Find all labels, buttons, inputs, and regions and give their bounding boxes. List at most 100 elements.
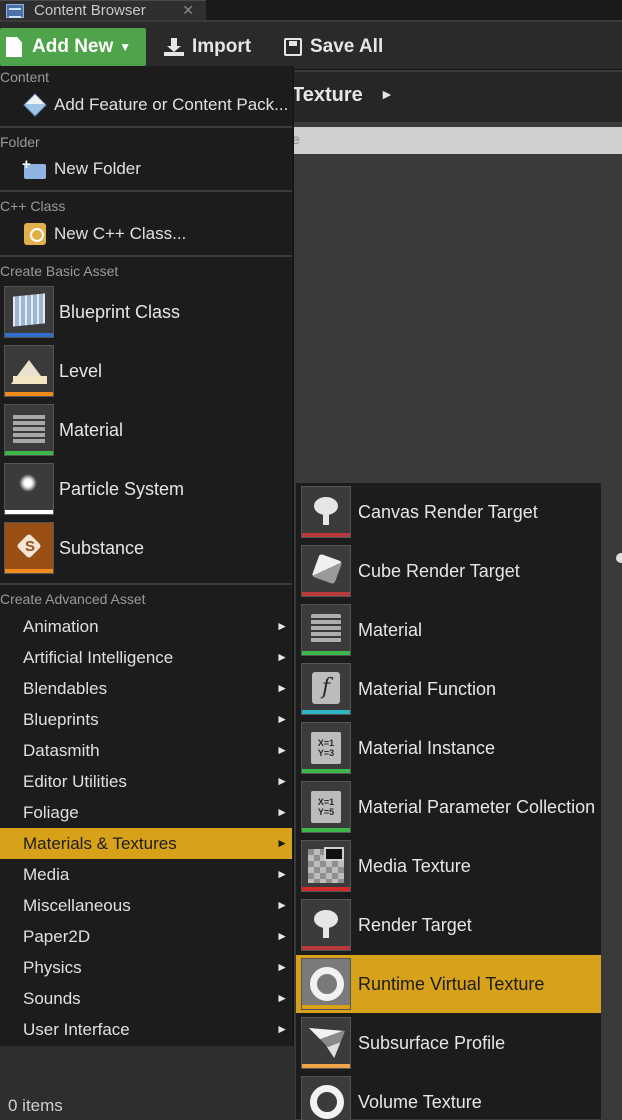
material-label: Material <box>358 619 423 640</box>
subsurface-profile-icon <box>301 1017 351 1069</box>
menu-item-new-folder[interactable]: New Folder <box>0 152 292 186</box>
material-instance-label: Material Instance <box>358 737 496 758</box>
search-input[interactable]: e <box>290 127 622 154</box>
section-create-advanced-asset: Create Advanced Asset <box>0 591 146 607</box>
animation-label: Animation <box>23 616 99 636</box>
materials-and-textures-label: Materials & Textures <box>23 833 177 853</box>
paper2d-label: Paper2D <box>23 926 91 946</box>
menu-item-artificial-intelligence[interactable]: Artificial Intelligence ► <box>0 642 292 673</box>
menu-item-editor-utilities[interactable]: Editor Utilities ► <box>0 766 292 797</box>
add-feature-label: Add Feature or Content Pack... <box>54 95 289 114</box>
menu-item-animation[interactable]: Animation ► <box>0 611 292 642</box>
miscellaneous-label: Miscellaneous <box>23 895 131 915</box>
volume-texture-label: Volume Texture <box>358 1091 482 1112</box>
blendables-label: Blendables <box>23 678 108 698</box>
render-target-icon <box>301 899 351 951</box>
submenu-item-cube-render-target[interactable]: Cube Render Target <box>296 542 601 600</box>
menu-item-substance[interactable]: S Substance <box>0 519 292 577</box>
sounds-label: Sounds <box>23 988 81 1008</box>
submenu-item-volume-texture[interactable]: Volume Texture <box>296 1073 601 1120</box>
add-new-menu: Content Add Feature or Content Pack... F… <box>0 66 294 1046</box>
level-icon <box>4 345 54 397</box>
material-function-label: Material Function <box>358 678 497 699</box>
import-icon <box>164 38 184 56</box>
chevron-right-icon: ► <box>276 929 288 943</box>
submenu-item-material-function[interactable]: f Material Function <box>296 660 601 718</box>
media-texture-icon <box>301 840 351 892</box>
media-texture-label: Media Texture <box>358 855 471 876</box>
material-parameter-collection-icon: X=1 Y=5 <box>301 781 351 833</box>
divider <box>0 190 292 192</box>
submenu-item-runtime-virtual-texture[interactable]: Runtime Virtual Texture <box>296 955 601 1013</box>
runtime-virtual-texture-icon <box>301 958 351 1010</box>
scroll-handle[interactable] <box>616 553 622 563</box>
submenu-item-material[interactable]: Material <box>296 601 601 659</box>
chevron-right-icon: ► <box>276 805 288 819</box>
substance-label: Substance <box>59 537 145 558</box>
add-new-label: Add New <box>32 36 114 57</box>
menu-item-physics[interactable]: Physics ► <box>0 952 292 983</box>
tab-content-browser[interactable]: Content Browser ✕ <box>0 0 206 20</box>
close-icon[interactable]: ✕ <box>182 2 194 19</box>
submenu-item-canvas-render-target[interactable]: Canvas Render Target <box>296 483 601 541</box>
volume-texture-icon <box>301 1076 351 1120</box>
save-all-button[interactable]: Save All <box>284 28 383 66</box>
path-arrow-icon[interactable]: ► <box>380 86 394 102</box>
chevron-down-icon: ▼ <box>119 40 132 54</box>
submenu-item-subsurface-profile[interactable]: Subsurface Profile <box>296 1014 601 1072</box>
items-count: 0 items <box>8 1096 63 1115</box>
physics-label: Physics <box>23 957 82 977</box>
canvas-render-target-icon <box>301 486 351 538</box>
section-create-basic-asset: Create Basic Asset <box>0 263 119 279</box>
submenu-item-media-texture[interactable]: Media Texture <box>296 837 601 895</box>
chevron-right-icon: ► <box>276 1022 288 1036</box>
menu-item-blueprints[interactable]: Blueprints ► <box>0 704 292 735</box>
menu-item-material[interactable]: Material <box>0 401 292 459</box>
chevron-right-icon: ► <box>276 619 288 633</box>
menu-item-miscellaneous[interactable]: Miscellaneous ► <box>0 890 292 921</box>
submenu-item-material-parameter-collection[interactable]: X=1 Y=5 Material Parameter Collection <box>296 778 601 836</box>
level-label: Level <box>59 360 103 381</box>
menu-item-media[interactable]: Media ► <box>0 859 292 890</box>
path-segment-texture[interactable]: Texture <box>292 84 363 107</box>
tab-title: Content Browser <box>34 2 146 19</box>
material-parameter-collection-label: Material Parameter Collection <box>358 796 596 817</box>
foliage-label: Foliage <box>23 802 79 822</box>
datasmith-label: Datasmith <box>23 740 100 760</box>
submenu-item-material-instance[interactable]: X=1 Y=3 Material Instance <box>296 719 601 777</box>
add-new-button[interactable]: Add New ▼ <box>0 28 146 66</box>
menu-item-user-interface[interactable]: User Interface ► <box>0 1014 292 1045</box>
divider <box>0 255 292 257</box>
section-content: Content <box>0 69 50 85</box>
menu-item-materials-and-textures[interactable]: Materials & Textures ► <box>0 828 292 859</box>
materials-textures-submenu: Canvas Render Target Cube Render Target … <box>295 482 602 1120</box>
material-icon <box>4 404 54 456</box>
menu-item-blendables[interactable]: Blendables ► <box>0 673 292 704</box>
material-label: Material <box>59 419 124 440</box>
new-document-icon <box>6 37 22 57</box>
new-folder-icon <box>22 156 46 179</box>
menu-item-datasmith[interactable]: Datasmith ► <box>0 735 292 766</box>
menu-item-paper2d[interactable]: Paper2D ► <box>0 921 292 952</box>
menu-item-new-cpp-class[interactable]: New C++ Class... <box>0 217 292 251</box>
chevron-right-icon: ► <box>276 867 288 881</box>
menu-item-particle-system[interactable]: Particle System <box>0 460 292 518</box>
menu-item-add-feature[interactable]: Add Feature or Content Pack... <box>0 88 292 122</box>
particle-system-icon <box>4 463 54 515</box>
divider <box>0 583 292 585</box>
menu-item-foliage[interactable]: Foliage ► <box>0 797 292 828</box>
blueprint-class-icon <box>4 286 54 338</box>
cpp-class-icon <box>24 223 46 245</box>
import-button[interactable]: Import <box>164 28 251 66</box>
runtime-virtual-texture-label: Runtime Virtual Texture <box>358 973 545 994</box>
material-instance-icon: X=1 Y=3 <box>301 722 351 774</box>
user-interface-label: User Interface <box>23 1019 130 1039</box>
material-function-icon: f <box>301 663 351 715</box>
artificial-intelligence-label: Artificial Intelligence <box>23 647 174 667</box>
canvas-render-target-label: Canvas Render Target <box>358 501 538 522</box>
menu-item-level[interactable]: Level <box>0 342 292 400</box>
menu-item-sounds[interactable]: Sounds ► <box>0 983 292 1014</box>
submenu-item-render-target[interactable]: Render Target <box>296 896 601 954</box>
menu-item-blueprint-class[interactable]: Blueprint Class <box>0 283 292 341</box>
blueprint-class-label: Blueprint Class <box>59 301 181 322</box>
